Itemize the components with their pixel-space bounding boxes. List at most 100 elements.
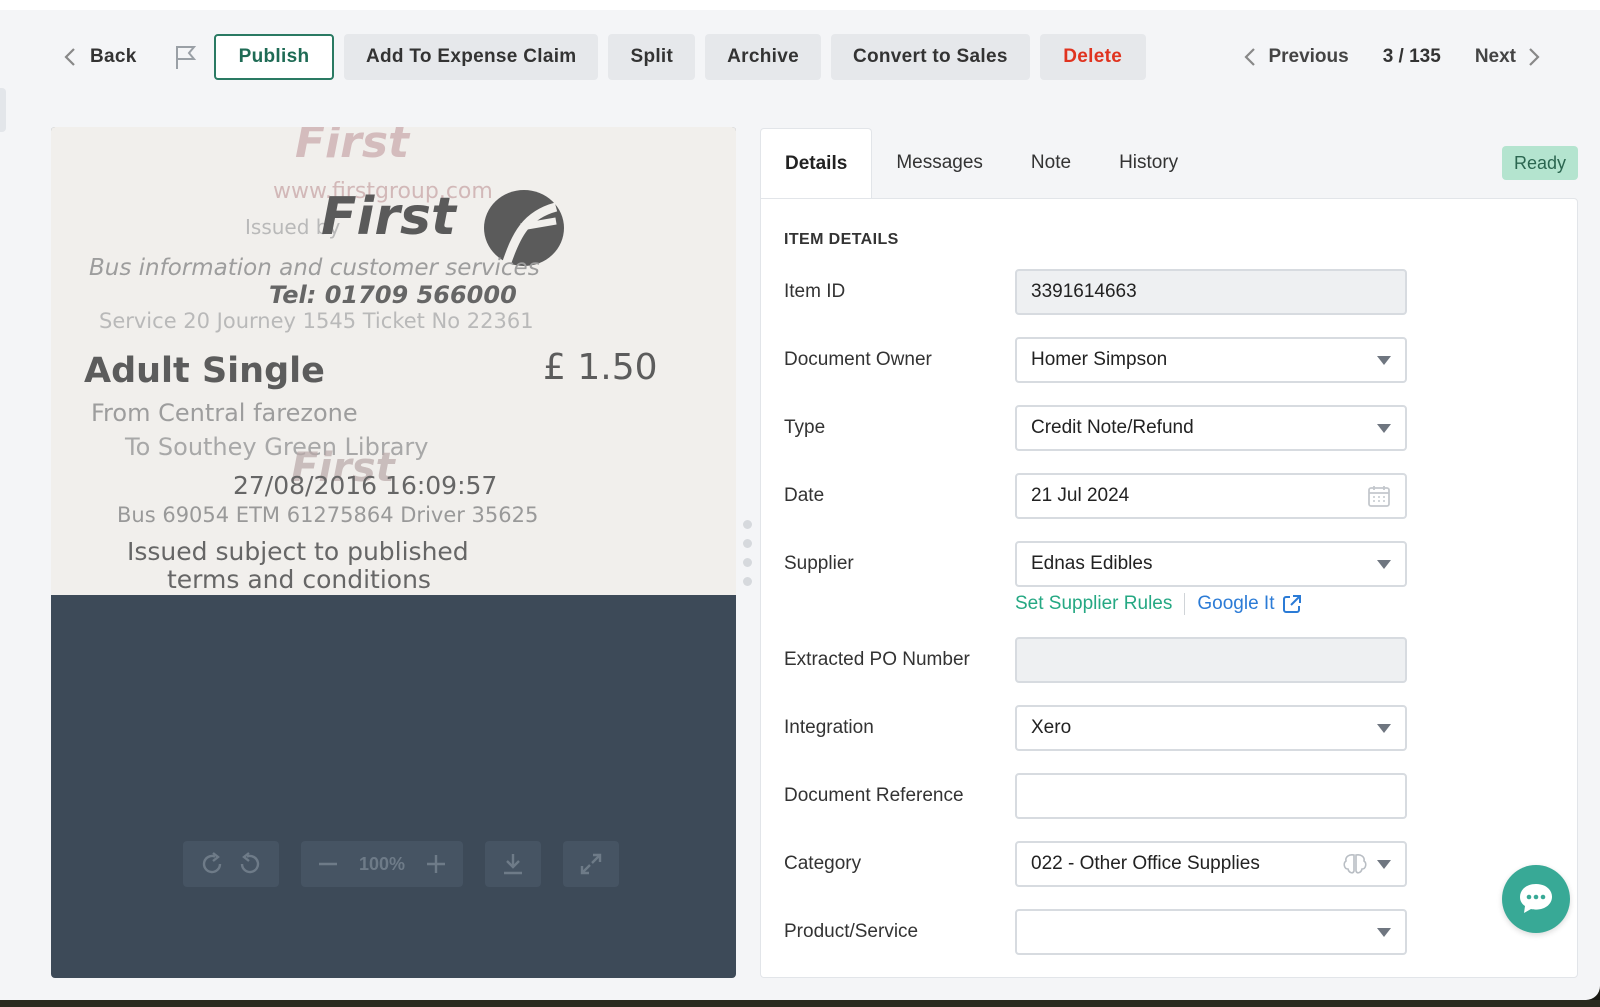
- document-reference-label: Document Reference: [784, 785, 964, 806]
- receipt-image: First www.firstgroup.com Issued by First…: [51, 127, 736, 595]
- type-label: Type: [784, 417, 826, 438]
- type-select[interactable]: Credit Note/Refund: [1015, 405, 1407, 451]
- archive-button[interactable]: Archive: [705, 34, 821, 80]
- extracted-po-field: [1015, 637, 1407, 683]
- zoom-level: 100%: [359, 853, 406, 874]
- external-link-icon: [1283, 595, 1302, 613]
- flag-button[interactable]: [166, 44, 206, 70]
- previous-label: Previous: [1268, 46, 1349, 67]
- ai-brain-icon: [1343, 854, 1367, 874]
- pager: Previous 3 / 135 Next: [1244, 34, 1540, 80]
- integration-label: Integration: [784, 717, 874, 738]
- status-badge: Ready: [1502, 146, 1579, 180]
- desktop-background: [0, 1000, 1600, 1007]
- top-strip: [0, 0, 1600, 10]
- convert-to-sales-button[interactable]: Convert to Sales: [830, 34, 1030, 80]
- chat-bubble-icon: [1520, 884, 1552, 913]
- download-button[interactable]: [485, 841, 542, 887]
- dropdown-caret-icon: [1377, 355, 1391, 365]
- delete-button[interactable]: Delete: [1039, 34, 1146, 80]
- handle-dot: [742, 520, 752, 529]
- document-owner-select[interactable]: Homer Simpson: [1015, 337, 1407, 383]
- category-select[interactable]: 022 - Other Office Supplies: [1015, 841, 1407, 887]
- viewer-toolbar: 100%: [183, 841, 641, 887]
- dropdown-caret-icon: [1377, 723, 1391, 733]
- receipt-logo-top: First: [295, 127, 410, 168]
- receipt-service-line: Service 20 Journey 1545 Ticket No 22361: [99, 309, 534, 333]
- back-label: Back: [90, 46, 137, 67]
- supplier-links: Set Supplier Rules Google It: [1015, 593, 1302, 615]
- receipt-logo: First: [321, 187, 456, 247]
- item-id-field: 3391614663: [1015, 269, 1407, 315]
- tab-history[interactable]: History: [1095, 128, 1202, 198]
- next-button[interactable]: Next: [1475, 46, 1540, 68]
- item-id-label: Item ID: [784, 281, 846, 302]
- extracted-po-label: Extracted PO Number: [784, 649, 970, 670]
- section-title: ITEM DETAILS: [784, 231, 899, 248]
- handle-dot: [742, 539, 752, 548]
- date-label: Date: [784, 485, 825, 506]
- flag-icon: [176, 46, 197, 69]
- chevron-left-icon: [1244, 48, 1256, 66]
- integration-select[interactable]: Xero: [1015, 705, 1407, 751]
- receipt-info-line: Bus information and customer services: [89, 255, 540, 281]
- product-service-select[interactable]: [1015, 909, 1407, 955]
- integration-value: Xero: [1031, 717, 1072, 738]
- document-preview: First www.firstgroup.com Issued by First…: [51, 127, 736, 978]
- date-value: 21 Jul 2024: [1031, 485, 1130, 506]
- product-service-label: Product/Service: [784, 921, 919, 942]
- split-button[interactable]: Split: [608, 34, 696, 80]
- document-owner-value: Homer Simpson: [1031, 349, 1168, 370]
- download-icon: [504, 854, 523, 875]
- receipt-terms: terms and conditions: [167, 565, 431, 594]
- type-value: Credit Note/Refund: [1031, 417, 1194, 438]
- rotate-controls: [183, 841, 279, 887]
- rotate-right-icon[interactable]: [199, 851, 225, 877]
- zoom-out-icon[interactable]: [317, 853, 339, 875]
- tab-details[interactable]: Details: [760, 128, 873, 198]
- document-reference-input[interactable]: [1015, 773, 1407, 819]
- date-field[interactable]: 21 Jul 2024: [1015, 473, 1407, 519]
- dropdown-caret-icon: [1377, 423, 1391, 433]
- dropdown-caret-icon: [1377, 559, 1391, 569]
- supplier-value: Ednas Edibles: [1031, 553, 1153, 574]
- google-it-link[interactable]: Google It: [1197, 593, 1302, 615]
- receipt-issued-subject: Issued subject to published: [127, 537, 469, 566]
- tab-note[interactable]: Note: [1007, 128, 1095, 198]
- receipt-ticket-type: Adult Single: [84, 351, 325, 391]
- receipt-tel: Tel: 01709 566000: [269, 281, 517, 309]
- dropdown-caret-icon: [1377, 927, 1391, 937]
- add-to-expense-claim-button[interactable]: Add To Expense Claim: [344, 34, 599, 80]
- chevron-left-icon: [64, 48, 75, 66]
- previous-button[interactable]: Previous: [1244, 46, 1349, 68]
- set-supplier-rules-link[interactable]: Set Supplier Rules: [1015, 593, 1172, 615]
- document-owner-label: Document Owner: [784, 349, 932, 370]
- handle-dot: [742, 577, 752, 586]
- toolbar: Back Publish Add To Expense Claim Split …: [60, 34, 1156, 80]
- panel-resize-handle[interactable]: [742, 520, 752, 586]
- zoom-in-icon[interactable]: [425, 853, 447, 875]
- fullscreen-button[interactable]: [563, 841, 620, 887]
- zoom-controls: 100%: [301, 841, 464, 887]
- google-it-label: Google It: [1197, 593, 1275, 614]
- item-id-value: 3391614663: [1031, 281, 1137, 302]
- item-details-panel: ITEM DETAILS Item ID 3391614663 Document…: [760, 198, 1578, 978]
- tab-messages[interactable]: Messages: [872, 128, 1007, 198]
- category-value: 022 - Other Office Supplies: [1031, 853, 1260, 874]
- page-count: 3 / 135: [1382, 46, 1441, 67]
- chevron-right-icon: [1529, 48, 1540, 66]
- chat-button[interactable]: [1502, 865, 1570, 933]
- link-divider: [1184, 593, 1186, 615]
- dropdown-caret-icon: [1377, 859, 1391, 869]
- rotate-left-icon[interactable]: [237, 851, 263, 877]
- category-label: Category: [784, 853, 862, 874]
- back-button[interactable]: Back: [60, 34, 156, 80]
- calendar-icon[interactable]: [1367, 484, 1391, 508]
- publish-button[interactable]: Publish: [214, 34, 334, 80]
- receipt-from: From Central farezone: [91, 399, 358, 427]
- receipt-datetime: 27/08/2016 16:09:57: [233, 471, 498, 500]
- supplier-select[interactable]: Ednas Edibles: [1015, 541, 1407, 587]
- app-window: Back Publish Add To Expense Claim Split …: [0, 0, 1600, 1000]
- sidebar-toggle[interactable]: [0, 88, 6, 132]
- supplier-label: Supplier: [784, 553, 854, 574]
